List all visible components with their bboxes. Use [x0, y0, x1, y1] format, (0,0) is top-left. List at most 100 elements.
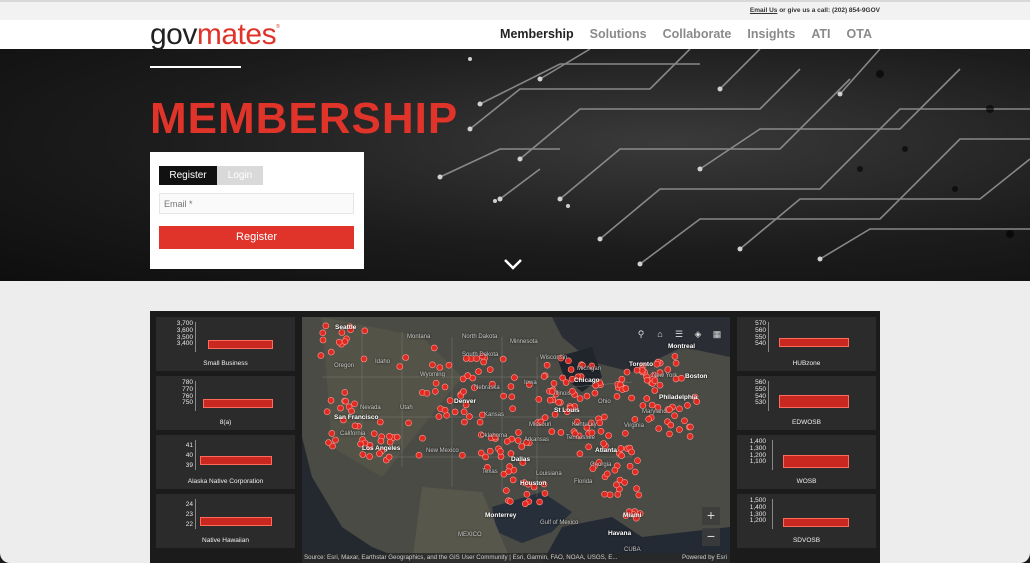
member-location-dot[interactable] — [415, 451, 423, 459]
member-location-dot[interactable] — [518, 443, 525, 450]
nav-insights[interactable]: Insights — [747, 27, 795, 41]
member-location-dot[interactable] — [643, 395, 651, 402]
bar[interactable] — [200, 517, 272, 526]
member-location-dot[interactable] — [486, 447, 494, 455]
member-location-dot[interactable] — [557, 429, 565, 436]
member-location-dot[interactable] — [325, 439, 332, 446]
member-location-dot[interactable] — [621, 479, 628, 486]
member-location-dot[interactable] — [583, 392, 591, 400]
member-location-dot[interactable] — [327, 348, 335, 356]
member-location-dot[interactable] — [342, 397, 350, 405]
member-location-dot[interactable] — [667, 421, 675, 429]
member-location-dot[interactable] — [441, 406, 449, 414]
member-location-dot[interactable] — [361, 327, 369, 335]
member-location-dot[interactable] — [509, 405, 516, 412]
member-location-dot[interactable] — [499, 355, 507, 363]
member-location-dot[interactable] — [341, 338, 349, 345]
member-location-dot[interactable] — [543, 361, 551, 369]
member-location-dot[interactable] — [432, 379, 440, 387]
member-location-dot[interactable] — [507, 498, 514, 505]
member-location-dot[interactable] — [486, 366, 494, 373]
member-location-dot[interactable] — [686, 433, 694, 440]
member-location-dot[interactable] — [618, 375, 626, 383]
nav-ati[interactable]: ATI — [811, 27, 830, 41]
member-location-dot[interactable] — [546, 396, 554, 404]
member-location-dot[interactable] — [601, 413, 608, 421]
member-location-dot[interactable] — [671, 353, 679, 360]
member-location-dot[interactable] — [622, 385, 630, 392]
member-location-dot[interactable] — [515, 429, 522, 436]
member-location-dot[interactable] — [432, 388, 439, 395]
member-location-dot[interactable] — [676, 426, 683, 433]
member-location-dot[interactable] — [585, 443, 592, 451]
member-location-dot[interactable] — [645, 415, 653, 423]
email-input[interactable] — [159, 193, 354, 214]
member-location-dot[interactable] — [597, 428, 605, 435]
member-location-dot[interactable] — [451, 408, 459, 416]
member-location-dot[interactable] — [523, 491, 531, 498]
member-location-dot[interactable] — [460, 388, 467, 395]
member-location-dot[interactable] — [643, 376, 651, 384]
member-location-dot[interactable] — [459, 452, 466, 459]
member-location-dot[interactable] — [319, 336, 327, 344]
member-location-dot[interactable] — [429, 361, 436, 369]
member-location-dot[interactable] — [613, 393, 621, 400]
bar[interactable] — [200, 456, 272, 465]
member-location-dot[interactable] — [436, 364, 444, 371]
member-location-dot[interactable] — [591, 389, 599, 397]
member-location-dot[interactable] — [631, 468, 639, 476]
member-location-dot[interactable] — [393, 433, 401, 441]
member-location-dot[interactable] — [466, 413, 473, 420]
member-location-dot[interactable] — [335, 338, 343, 346]
member-location-dot[interactable] — [405, 419, 412, 427]
member-location-dot[interactable] — [603, 470, 611, 478]
tab-register[interactable]: Register — [159, 166, 217, 185]
member-location-dot[interactable] — [541, 490, 549, 497]
member-location-dot[interactable] — [460, 408, 468, 416]
member-location-dot[interactable] — [681, 417, 688, 425]
member-location-dot[interactable] — [508, 393, 516, 401]
member-location-dot[interactable] — [576, 450, 584, 457]
list-icon[interactable]: ☰ — [674, 329, 684, 339]
bar[interactable] — [779, 395, 849, 408]
member-location-dot[interactable] — [666, 430, 673, 438]
member-location-dot[interactable] — [386, 433, 393, 440]
member-location-dot[interactable] — [521, 500, 529, 508]
member-location-dot[interactable] — [687, 423, 694, 431]
register-button[interactable]: Register — [159, 226, 354, 249]
member-location-dot[interactable] — [684, 402, 691, 409]
member-location-dot[interactable] — [480, 358, 487, 366]
zoom-in-button[interactable]: + — [702, 507, 720, 525]
member-location-dot[interactable] — [396, 363, 404, 370]
member-location-dot[interactable] — [666, 406, 673, 413]
member-location-dot[interactable] — [366, 453, 373, 460]
layers-icon[interactable]: ◈ — [693, 329, 703, 339]
member-location-dot[interactable] — [600, 440, 607, 447]
member-location-dot[interactable] — [653, 360, 661, 368]
member-location-dot[interactable] — [617, 445, 625, 452]
bar[interactable] — [208, 340, 273, 349]
member-location-dot[interactable] — [503, 438, 511, 445]
member-location-dot[interactable] — [548, 428, 556, 435]
member-location-dot[interactable] — [562, 379, 570, 386]
member-location-dot[interactable] — [337, 404, 344, 412]
member-location-dot[interactable] — [505, 468, 512, 475]
member-location-dot[interactable] — [676, 405, 683, 413]
member-location-dot[interactable] — [601, 490, 608, 498]
nav-collaborate[interactable]: Collaborate — [663, 27, 732, 41]
member-location-dot[interactable] — [678, 374, 685, 382]
member-location-dot[interactable] — [503, 487, 510, 494]
nav-membership[interactable]: Membership — [500, 27, 574, 41]
member-location-dot[interactable] — [634, 457, 641, 464]
member-location-dot[interactable] — [441, 383, 449, 391]
email-us-link[interactable]: Email Us — [750, 7, 777, 14]
member-location-dot[interactable] — [555, 399, 562, 406]
member-location-dot[interactable] — [514, 437, 522, 444]
member-location-dot[interactable] — [635, 491, 643, 499]
member-location-dot[interactable] — [402, 354, 409, 361]
member-location-dot[interactable] — [419, 434, 426, 442]
member-location-dot[interactable] — [633, 485, 640, 492]
member-location-dot[interactable] — [628, 394, 635, 402]
member-location-dot[interactable] — [655, 425, 663, 432]
nav-ota[interactable]: OTA — [847, 27, 872, 41]
